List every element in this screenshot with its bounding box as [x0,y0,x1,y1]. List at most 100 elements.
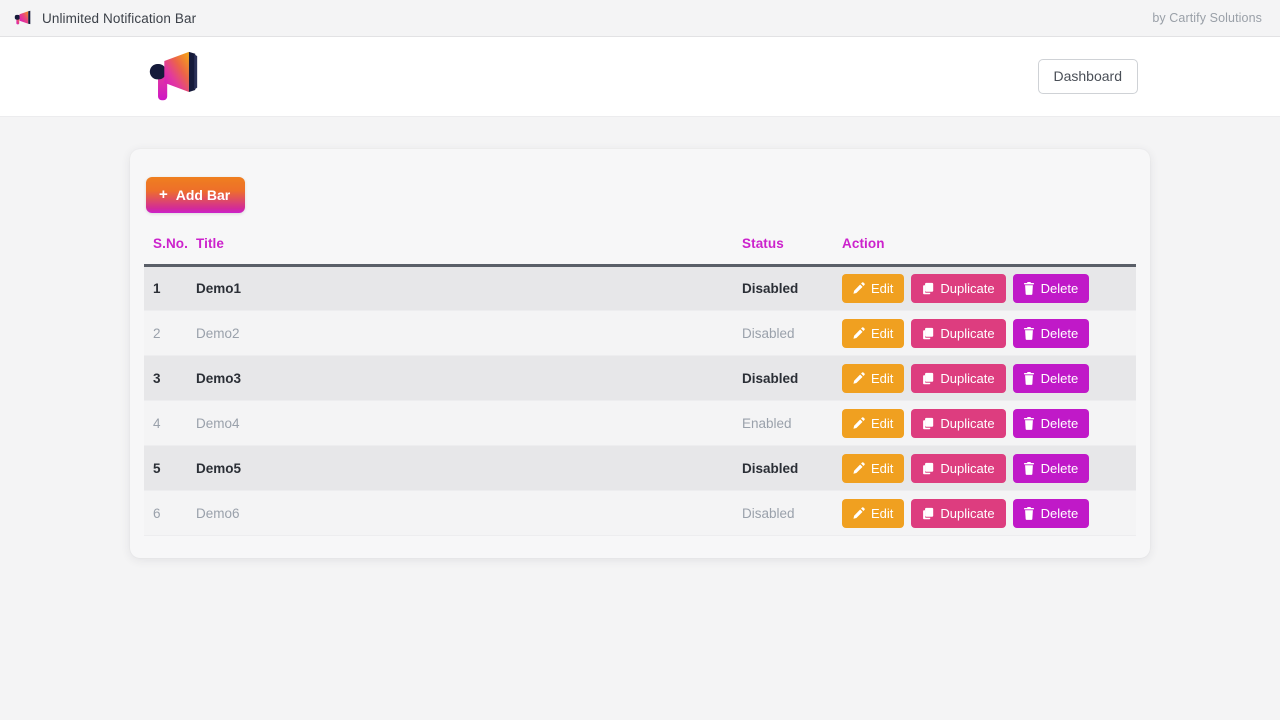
table-row: 3 Demo3 Disabled Edit Duplicate Delete [144,355,1136,401]
pencil-icon [852,282,865,295]
cell-status: Disabled [742,445,842,491]
cell-action: Edit Duplicate Delete [842,400,1136,446]
delete-label: Delete [1040,460,1079,476]
delete-button[interactable]: Delete [1012,498,1090,528]
delete-button[interactable]: Delete [1012,274,1090,303]
duplicate-button[interactable]: Duplicate [911,363,1006,393]
duplicate-button[interactable]: Duplicate [911,453,1006,483]
app-title-group: Unlimited Notification Bar [14,10,196,26]
cell-status: Disabled [742,355,842,401]
cell-sno: 4 [144,400,196,446]
row-action-group: Edit Duplicate Delete [842,453,1136,483]
trash-icon [1023,326,1035,340]
edit-label: Edit [871,415,894,431]
table-row: 5 Demo5 Disabled Edit Duplicate Delete [144,445,1136,491]
cell-action: Edit Duplicate Delete [842,445,1136,491]
cell-sno: 3 [144,355,196,401]
delete-label: Delete [1040,505,1079,521]
edit-button[interactable]: Edit [842,498,905,528]
trash-icon [1023,461,1035,475]
duplicate-button[interactable]: Duplicate [911,274,1006,303]
bars-table: S.No. Title Status Action 1 Demo1 Disabled… [144,236,1136,536]
edit-button[interactable]: Edit [842,453,905,483]
duplicate-label: Duplicate [940,325,995,341]
edit-button[interactable]: Edit [842,274,905,303]
copy-icon [921,507,934,520]
row-action-group: Edit Duplicate Delete [842,318,1136,348]
table-header-row: S.No. Title Status Action [144,236,1136,267]
duplicate-label: Duplicate [940,460,995,476]
row-action-group: Edit Duplicate Delete [842,408,1136,438]
delete-button[interactable]: Delete [1012,363,1090,393]
duplicate-label: Duplicate [940,415,995,431]
table-body: 1 Demo1 Disabled Edit Duplicate Delete 2 Dem… [144,265,1136,536]
page-body: + Add Bar S.No. Title Status Action 1 Dem… [0,117,1280,558]
add-bar-label: Add Bar [175,186,231,203]
pencil-icon [852,461,865,475]
edit-button[interactable]: Edit [842,318,905,348]
duplicate-label: Duplicate [940,281,995,296]
edit-label: Edit [871,370,894,386]
cell-title: Demo5 [196,445,742,491]
app-title-text: Unlimited Notification Bar [42,10,197,26]
cell-sno: 2 [144,310,196,356]
delete-button[interactable]: Delete [1012,318,1090,348]
megaphone-icon [14,10,33,26]
copy-icon [921,372,934,385]
add-bar-button[interactable]: + Add Bar [146,177,246,213]
edit-button[interactable]: Edit [842,408,905,438]
copy-icon [921,282,934,295]
cell-title: Demo3 [196,355,742,401]
edit-button[interactable]: Edit [842,363,905,393]
cell-action: Edit Duplicate Delete [842,355,1136,401]
column-header-sno: S.No. [144,236,196,267]
megaphone-logo-icon [149,51,198,100]
copy-icon [921,462,934,475]
plus-icon: + [159,186,168,203]
table-row: 1 Demo1 Disabled Edit Duplicate Delete [144,265,1136,311]
duplicate-button[interactable]: Duplicate [911,408,1006,438]
copy-icon [921,327,934,340]
delete-label: Delete [1040,415,1079,431]
edit-label: Edit [871,460,894,476]
cell-title: Demo4 [196,400,742,446]
app-title-bar: Unlimited Notification Bar by Cartify So… [0,0,1280,37]
delete-button[interactable]: Delete [1012,453,1090,483]
duplicate-button[interactable]: Duplicate [911,318,1006,348]
cell-sno: 6 [144,490,196,536]
cell-action: Edit Duplicate Delete [842,490,1136,536]
table-head: S.No. Title Status Action [144,236,1136,267]
pencil-icon [852,371,865,385]
pencil-icon [852,416,865,430]
cell-action: Edit Duplicate Delete [842,310,1136,356]
row-action-group: Edit Duplicate Delete [842,363,1136,393]
pencil-icon [852,506,865,520]
cell-status: Enabled [742,400,842,446]
dashboard-button[interactable]: Dashboard [1037,59,1138,94]
cell-title: Demo6 [196,490,742,536]
column-header-action: Action [842,236,1136,267]
column-header-status: Status [742,236,842,267]
cell-sno: 5 [144,445,196,491]
trash-icon [1023,282,1035,295]
duplicate-label: Duplicate [940,505,995,521]
trash-icon [1023,506,1035,520]
edit-label: Edit [871,325,894,341]
delete-label: Delete [1040,325,1079,341]
cell-status: Disabled [742,310,842,356]
column-header-title: Title [196,236,742,267]
pencil-icon [852,326,865,340]
cell-title: Demo2 [196,310,742,356]
cell-action: Edit Duplicate Delete [842,265,1136,311]
delete-button[interactable]: Delete [1012,408,1090,438]
row-action-group: Edit Duplicate Delete [842,498,1136,528]
duplicate-label: Duplicate [940,370,995,386]
delete-label: Delete [1040,370,1079,386]
table-row: 4 Demo4 Enabled Edit Duplicate Delete [144,400,1136,446]
table-row: 6 Demo6 Disabled Edit Duplicate Delete [144,490,1136,536]
trash-icon [1023,416,1035,430]
edit-label: Edit [871,281,894,296]
brand-logo[interactable] [142,48,204,106]
row-action-group: Edit Duplicate Delete [842,274,1136,303]
duplicate-button[interactable]: Duplicate [911,498,1006,528]
